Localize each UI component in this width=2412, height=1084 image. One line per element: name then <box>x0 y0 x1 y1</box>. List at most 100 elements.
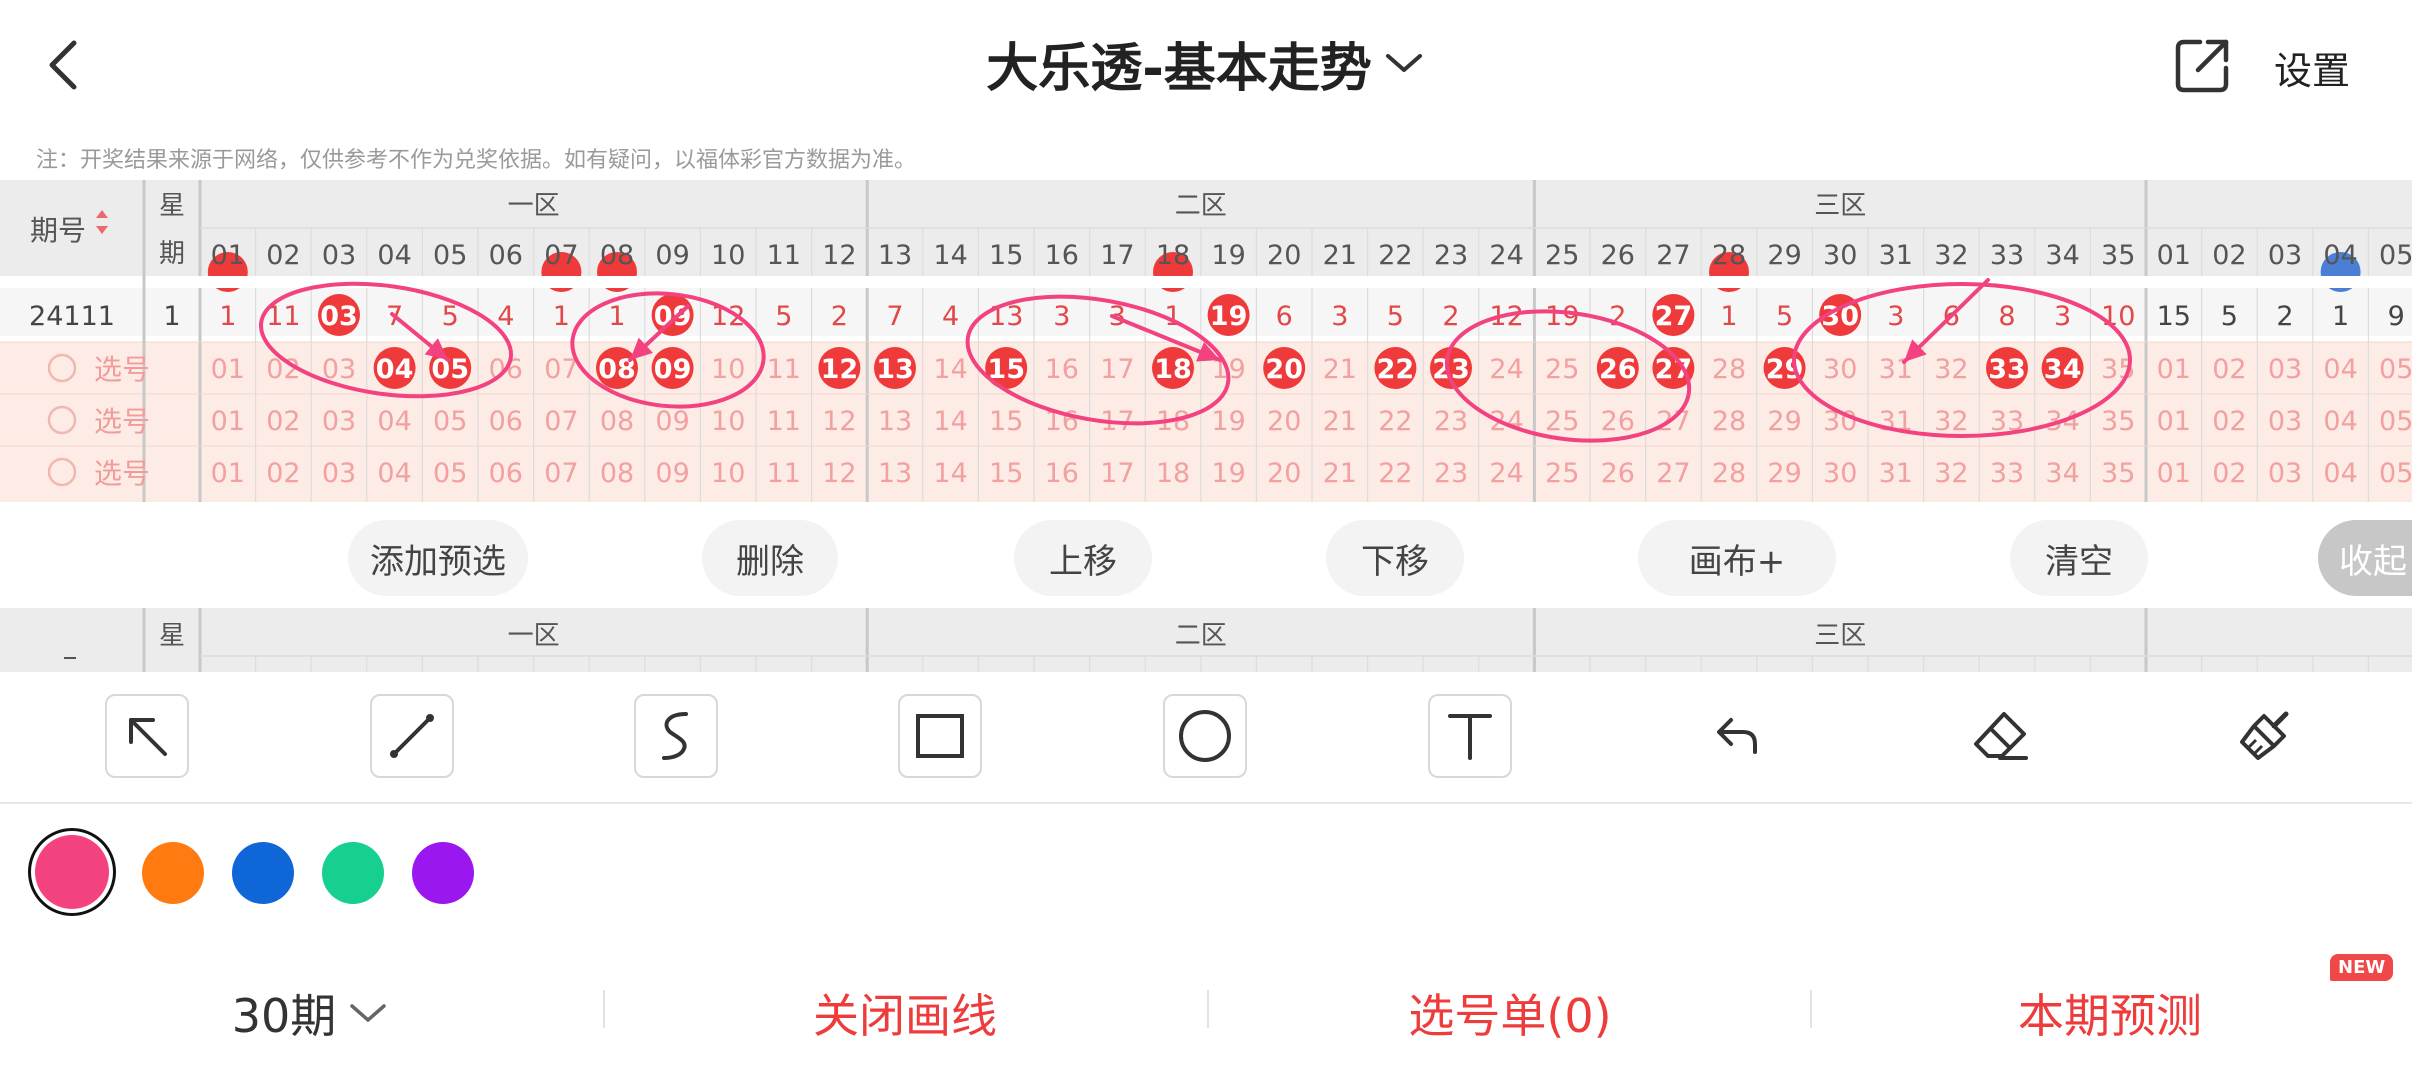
pick-number: 25 <box>1545 406 1579 437</box>
miss-count: 3 <box>1053 301 1070 332</box>
settings-button[interactable]: 设置 <box>2274 40 2350 95</box>
miss-count: 8 <box>1998 301 2015 332</box>
pick-number: 32 <box>1934 458 1968 489</box>
pick-number: 19 <box>1211 406 1245 437</box>
text-tool[interactable] <box>1428 694 1512 778</box>
pick-number: 09 <box>655 458 689 489</box>
pick-number: 31 <box>1879 458 1913 489</box>
period-selector[interactable]: 30期 <box>200 978 420 1048</box>
close-drawing-button[interactable]: 关闭画线 <box>720 978 1090 1048</box>
clear-brush-icon <box>2240 711 2289 760</box>
color-swatch-green[interactable] <box>322 842 384 904</box>
pick-number: 11 <box>767 458 801 489</box>
pick-number: 07 <box>544 354 578 385</box>
undo-icon <box>1717 718 1757 754</box>
pick-number: 23 <box>1434 458 1468 489</box>
move-down-button[interactable]: 下移 <box>1326 520 1464 596</box>
pick-number: 20 <box>1267 406 1301 437</box>
pick-number: 04 <box>2323 354 2357 385</box>
column-number: 23 <box>1434 240 1468 271</box>
pick-number: 34 <box>2045 458 2079 489</box>
chevron-down-icon <box>1385 54 1422 72</box>
pick-number: 12 <box>822 406 856 437</box>
circle-tool[interactable] <box>1163 694 1247 778</box>
prediction-button[interactable]: 本期预测 <box>1920 978 2300 1048</box>
back-miss-count: 9 <box>2388 301 2405 332</box>
pick-number: 28 <box>1712 458 1746 489</box>
pick-number: 14 <box>933 406 967 437</box>
pick-number: 30 <box>1823 354 1857 385</box>
pick-number: 19 <box>1211 458 1245 489</box>
pick-number: 21 <box>1323 354 1357 385</box>
pick-number: 04 <box>2323 406 2357 437</box>
share-icon <box>2175 39 2229 93</box>
selected-number: 18 <box>1154 354 1192 385</box>
pick-number: 35 <box>2101 458 2135 489</box>
new-badge: NEW <box>2330 954 2394 981</box>
selection-list-button[interactable]: 选号单(0) <box>1320 978 1700 1048</box>
zone-label: 二区 <box>1175 621 1227 651</box>
selected-number: 05 <box>431 354 469 385</box>
pick-number: 03 <box>322 458 356 489</box>
miss-count: 1 <box>1720 301 1737 332</box>
pick-number: 18 <box>1156 458 1190 489</box>
color-swatch-orange[interactable] <box>142 842 204 904</box>
miss-count: 5 <box>775 301 792 332</box>
line-tool[interactable] <box>370 694 454 778</box>
zone-label: 三区 <box>1814 621 1866 651</box>
drawing-toolbar <box>0 672 2412 804</box>
pick-number: 15 <box>989 406 1023 437</box>
selected-number: 13 <box>876 354 914 385</box>
pick-number: 02 <box>266 406 300 437</box>
column-number: 03 <box>2268 240 2302 271</box>
canvas-plus-button[interactable]: 画布+ <box>1638 520 1836 596</box>
add-preselection-button[interactable]: 添加预选 <box>348 520 528 596</box>
title-dropdown[interactable]: 大乐透-基本走势 <box>0 28 2412 99</box>
pick-number: 02 <box>2212 354 2246 385</box>
zone-label: 二区 <box>1175 191 1227 221</box>
miss-count: 3 <box>1887 301 1904 332</box>
column-number: 02 <box>2212 240 2246 271</box>
draw-weekday: 1 <box>163 301 180 332</box>
arrow-tool[interactable] <box>105 694 189 778</box>
pick-number: 06 <box>489 458 523 489</box>
miss-count: 5 <box>1776 301 1793 332</box>
curve-tool[interactable] <box>634 694 718 778</box>
column-number: 26 <box>1601 240 1635 271</box>
clear-drawing-button[interactable] <box>2222 694 2306 778</box>
week-header-top: 星 <box>159 621 185 651</box>
color-swatch-pink[interactable] <box>28 828 116 916</box>
color-swatch-blue[interactable] <box>232 842 294 904</box>
column-number: 11 <box>767 240 801 271</box>
rectangle-tool[interactable] <box>898 694 982 778</box>
pick-number: 35 <box>2101 406 2135 437</box>
column-number: 25 <box>1545 240 1579 271</box>
column-number: 34 <box>2045 240 2079 271</box>
zone-label: 一区 <box>508 191 560 221</box>
column-number: 10 <box>711 240 745 271</box>
eraser-button[interactable] <box>1958 694 2042 778</box>
column-number: 12 <box>822 240 856 271</box>
zone-label: 一区 <box>508 621 560 651</box>
color-swatch-pink-fill <box>35 835 109 909</box>
color-swatch-purple[interactable] <box>412 842 474 904</box>
undo-button[interactable] <box>1693 694 1777 778</box>
pick-number: 12 <box>822 458 856 489</box>
share-button[interactable] <box>2172 36 2232 96</box>
rectangle-tool-icon <box>916 714 964 758</box>
column-number: 13 <box>878 240 912 271</box>
delete-button[interactable]: 删除 <box>702 520 838 596</box>
pick-number: 33 <box>1990 458 2024 489</box>
back-miss-count: 1 <box>2332 301 2349 332</box>
pick-number: 16 <box>1045 458 1079 489</box>
pick-number: 10 <box>711 354 745 385</box>
pick-number: 23 <box>1434 406 1468 437</box>
pick-number: 05 <box>2379 354 2412 385</box>
pick-number: 21 <box>1323 458 1357 489</box>
week-header-top: 星 <box>159 191 185 221</box>
pick-action-bar: 添加预选 删除 上移 下移 画布+ 清空 收起 <box>0 504 2412 608</box>
move-up-button[interactable]: 上移 <box>1014 520 1152 596</box>
collapse-button[interactable]: 收起 <box>2318 520 2412 596</box>
column-number: 27 <box>1656 240 1690 271</box>
clear-button[interactable]: 清空 <box>2010 520 2148 596</box>
